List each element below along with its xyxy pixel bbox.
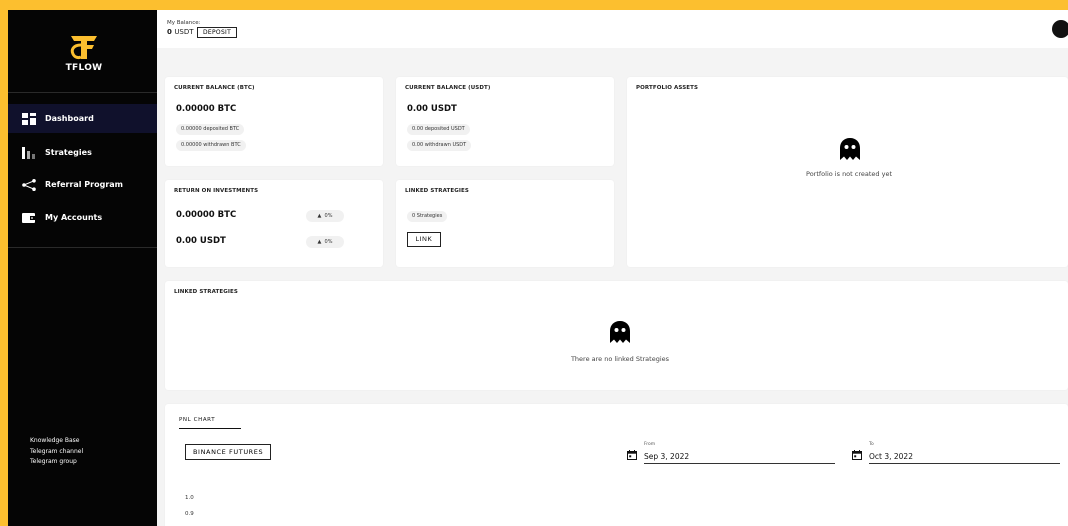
roi-usdt-value: 0.00 USDT — [176, 236, 226, 246]
date-to-caption: To — [869, 442, 874, 447]
main-content: My Balance: 0 USDT DEPOSIT CURRENT BALAN… — [157, 10, 1068, 526]
sidebar-item-label: My Accounts — [45, 213, 103, 222]
telegram-group-link[interactable]: Telegram group — [30, 457, 83, 468]
date-from-value: Sep 3, 2022 — [644, 452, 690, 461]
roi-btc-change: 0% — [324, 213, 333, 219]
card-title: CURRENT BALANCE (USDT) — [405, 85, 491, 91]
usdt-balance-value: 0.00 USDT — [407, 104, 457, 114]
y-tick-label: 0.9 — [185, 511, 194, 517]
portfolio-assets-card: PORTFOLIO ASSETS Portfolio is not create… — [627, 77, 1068, 267]
ghost-icon — [610, 321, 630, 343]
knowledge-base-link[interactable]: Knowledge Base — [30, 436, 83, 447]
date-from-caption: From — [644, 442, 656, 447]
tflow-logo-icon — [67, 30, 101, 64]
btc-balance-card: CURRENT BALANCE (BTC) 0.00000 BTC 0.0000… — [165, 77, 383, 166]
btc-withdrawn-badge: 0.00000 withdrawn BTC — [176, 140, 246, 151]
strategies-icon — [22, 146, 36, 159]
calendar-icon — [852, 450, 862, 460]
sidebar-item-strategies[interactable]: Strategies — [8, 138, 157, 167]
usdt-balance-card: CURRENT BALANCE (USDT) 0.00 USDT 0.00 de… — [396, 77, 614, 166]
binance-futures-button[interactable]: BINANCE FUTURES — [185, 444, 272, 460]
balance-caption: My Balance: — [167, 20, 201, 26]
calendar-icon — [627, 450, 637, 460]
sidebar-item-label: Referral Program — [45, 180, 124, 189]
btc-balance-value: 0.00000 BTC — [176, 104, 237, 114]
ghost-icon — [840, 138, 860, 160]
strategies-count-badge: 0 Strategies — [407, 211, 448, 222]
logo[interactable]: TFLOW — [57, 30, 111, 73]
telegram-channel-link[interactable]: Telegram channel — [30, 447, 83, 458]
sidebar-links: Knowledge Base Telegram channel Telegram… — [30, 436, 83, 468]
sidebar: TFLOW Dashboard Strategies Referral Prog… — [8, 10, 157, 526]
date-to-underline — [869, 463, 1060, 464]
pnl-chart-card: PNL CHART BINANCE FUTURES From Sep 3, 20… — [165, 404, 1068, 526]
arrow-up-icon: ▲ — [317, 239, 322, 245]
linked-strategies-card: LINKED STRATEGIES 0 Strategies LINK — [396, 180, 614, 267]
roi-btc-value: 0.00000 BTC — [176, 210, 237, 220]
logo-text: TFLOW — [65, 63, 103, 73]
date-from-underline — [644, 463, 835, 464]
card-title: RETURN ON INVESTMENTS — [174, 188, 259, 194]
balance-value: 0 USDT — [167, 28, 194, 36]
roi-usdt-change-badge: ▲ 0% — [306, 236, 344, 248]
date-to-value: Oct 3, 2022 — [869, 452, 913, 461]
sidebar-item-label: Strategies — [45, 148, 92, 157]
card-title: PORTFOLIO ASSETS — [636, 85, 699, 91]
linked-strategies-panel: LINKED STRATEGIES There are no linked St… — [165, 281, 1068, 390]
sidebar-divider — [8, 92, 157, 93]
avatar[interactable] — [1052, 20, 1068, 38]
portfolio-empty-message: Portfolio is not created yet — [806, 170, 892, 178]
date-to-field[interactable]: To Oct 3, 2022 — [852, 442, 1060, 468]
linked-strategies-empty-message: There are no linked Strategies — [570, 355, 670, 363]
card-title: LINKED STRATEGIES — [405, 188, 469, 194]
btc-deposited-badge: 0.00000 deposited BTC — [176, 124, 245, 135]
balance-unit: USDT — [174, 28, 194, 36]
top-bar: My Balance: 0 USDT DEPOSIT — [157, 10, 1068, 48]
usdt-deposited-badge: 0.00 deposited USDT — [407, 124, 470, 135]
sidebar-item-my-accounts[interactable]: My Accounts — [8, 203, 157, 232]
y-tick-label: 1.0 — [185, 495, 194, 501]
arrow-up-icon: ▲ — [317, 213, 322, 219]
share-icon — [22, 178, 36, 191]
roi-card: RETURN ON INVESTMENTS 0.00000 BTC ▲ 0% 0… — [165, 180, 383, 267]
date-from-field[interactable]: From Sep 3, 2022 — [627, 442, 835, 468]
wallet-icon — [22, 212, 36, 224]
sidebar-item-referral-program[interactable]: Referral Program — [8, 170, 157, 199]
card-title: LINKED STRATEGIES — [174, 289, 238, 295]
tab-pnl-chart[interactable]: PNL CHART — [179, 417, 215, 423]
roi-btc-change-badge: ▲ 0% — [306, 210, 344, 222]
card-title: CURRENT BALANCE (BTC) — [174, 85, 255, 91]
sidebar-item-label: Dashboard — [45, 114, 94, 123]
dashboard-icon — [22, 112, 36, 125]
deposit-button[interactable]: DEPOSIT — [197, 27, 238, 38]
app-frame: TFLOW Dashboard Strategies Referral Prog… — [8, 10, 1068, 526]
sidebar-item-dashboard[interactable]: Dashboard — [8, 104, 157, 133]
usdt-withdrawn-badge: 0.00 withdrawn USDT — [407, 140, 472, 151]
link-button[interactable]: LINK — [407, 232, 441, 247]
tab-underline — [179, 428, 241, 429]
roi-usdt-change: 0% — [324, 239, 333, 245]
balance-amount: 0 — [167, 28, 172, 36]
sidebar-divider — [8, 247, 157, 248]
